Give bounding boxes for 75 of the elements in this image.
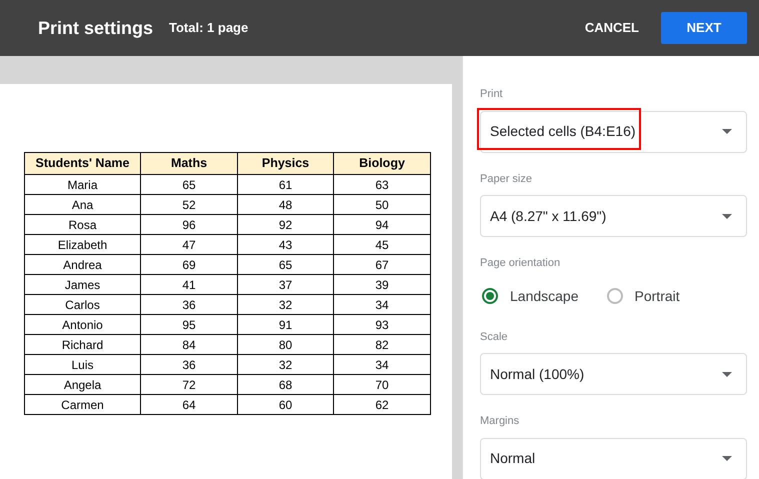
- column-header: Physics: [238, 152, 334, 174]
- table-cell: 91: [238, 314, 334, 334]
- dropdown-field[interactable]: Normal: [480, 438, 747, 479]
- column-header: Students' Name: [24, 152, 140, 174]
- page-total: Total: 1 page: [169, 19, 248, 38]
- table-cell: 32: [238, 294, 334, 314]
- table-cell: 36: [140, 354, 238, 374]
- table-cell: 65: [238, 254, 334, 274]
- table-cell: 65: [140, 174, 238, 194]
- table-cell: 94: [334, 214, 430, 234]
- table-cell: 63: [334, 174, 430, 194]
- table-cell: Carlos: [24, 294, 140, 314]
- table-cell: Elizabeth: [24, 234, 140, 254]
- table-cell: Richard: [24, 334, 140, 354]
- dropdown-caret-icon: [722, 456, 732, 461]
- table-cell: 41: [140, 274, 238, 294]
- table-cell: 34: [334, 354, 430, 374]
- table-cell: 60: [238, 394, 334, 414]
- table-cell: Luis: [24, 354, 140, 374]
- setting-label: Print: [480, 87, 504, 102]
- setting-label: Paper size: [480, 172, 533, 186]
- table-cell: 34: [334, 294, 430, 314]
- table-cell: 84: [140, 334, 238, 354]
- dropdown-value: Normal: [490, 449, 536, 468]
- table-cell: James: [24, 274, 140, 294]
- table-cell: 67: [334, 254, 430, 274]
- dropdown-field[interactable]: A4 (8.27" x 11.69"): [480, 195, 747, 237]
- table-cell: 39: [334, 274, 430, 294]
- orientation-radio[interactable]: Portrait: [606, 286, 680, 306]
- dropdown-value: Selected cells (B4:E16): [490, 122, 637, 141]
- table-cell: 70: [334, 374, 430, 394]
- table-cell: 61: [238, 174, 334, 194]
- table-cell: Antonio: [24, 314, 140, 334]
- cancel-button[interactable]: CANCEL: [580, 12, 643, 44]
- table-cell: 69: [140, 254, 238, 274]
- table-cell: 37: [238, 274, 334, 294]
- table-cell: Maria: [24, 174, 140, 194]
- column-header: Maths: [140, 152, 238, 174]
- dropdown-value: A4 (8.27" x 11.69"): [490, 206, 608, 226]
- dropdown-caret-icon: [722, 129, 732, 134]
- table-cell: 36: [140, 294, 238, 314]
- table-cell: 68: [238, 374, 334, 394]
- table-cell: 72: [140, 374, 238, 394]
- table-cell: 43: [238, 234, 334, 254]
- next-button[interactable]: NEXT: [661, 12, 747, 44]
- dropdown-caret-icon: [722, 214, 732, 218]
- dialog-title: Print settings: [38, 16, 154, 40]
- table-cell: Rosa: [24, 214, 140, 234]
- table-cell: Ana: [24, 194, 140, 214]
- orientation-radio[interactable]: Landscape: [482, 286, 579, 306]
- table-cell: 45: [334, 234, 430, 254]
- table-cell: 92: [238, 214, 334, 234]
- column-header: Biology: [334, 152, 430, 174]
- setting-label: Page orientation: [480, 256, 562, 271]
- table-cell: 50: [334, 194, 430, 214]
- table-cell: 32: [238, 354, 334, 374]
- table-cell: 93: [334, 314, 430, 334]
- table-cell: Carmen: [24, 394, 140, 414]
- table-cell: 64: [140, 394, 238, 414]
- table-cell: 62: [334, 394, 430, 414]
- table-cell: Angela: [24, 374, 140, 394]
- dropdown-value: Normal (100%): [490, 364, 586, 384]
- table-cell: 52: [140, 194, 238, 214]
- table-cell: 96: [140, 214, 238, 234]
- dropdown-field[interactable]: Normal (100%): [480, 353, 747, 395]
- setting-label: Scale: [480, 330, 509, 344]
- table-cell: 48: [238, 194, 334, 214]
- table-cell: Andrea: [24, 254, 140, 274]
- dropdown-field[interactable]: Selected cells (B4:E16): [480, 110, 747, 152]
- setting-label: Margins: [480, 414, 520, 429]
- dropdown-caret-icon: [722, 372, 732, 376]
- table-cell: 47: [140, 234, 238, 254]
- table-cell: 95: [140, 314, 238, 334]
- table-cell: 82: [334, 334, 430, 354]
- table-cell: 80: [238, 334, 334, 354]
